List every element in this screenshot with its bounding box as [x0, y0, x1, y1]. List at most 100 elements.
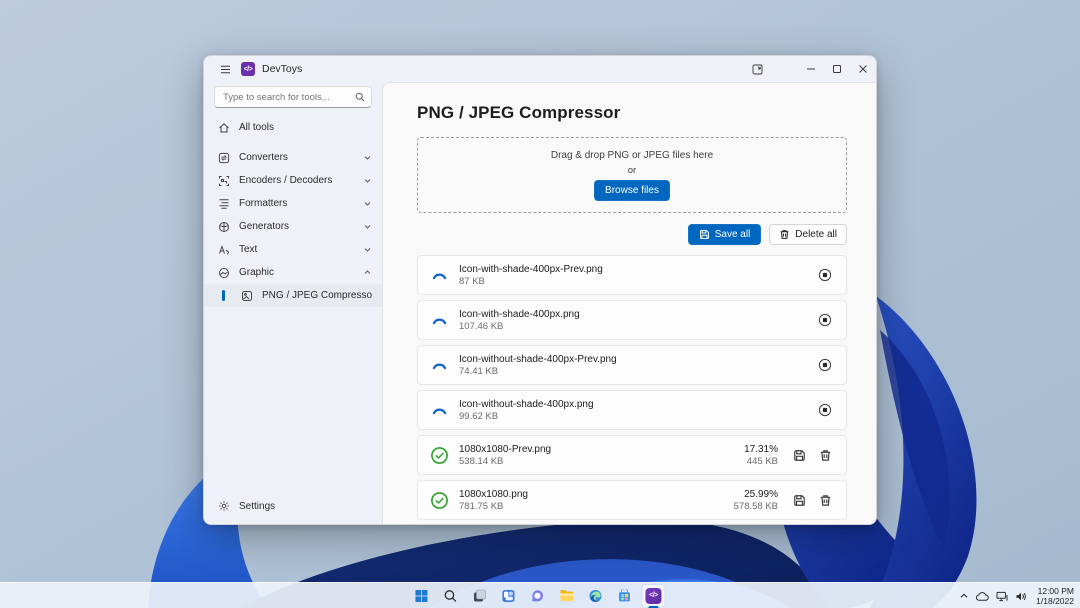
file-dropzone[interactable]: Drag & drop PNG or JPEG files here or Br…	[417, 137, 847, 213]
compression-percent: 17.31%	[744, 443, 778, 456]
compact-overlay-icon[interactable]	[744, 57, 770, 81]
titlebar: </> DevToys	[204, 56, 876, 82]
text-icon	[217, 243, 230, 256]
search-input[interactable]	[223, 92, 355, 103]
sidebar-item-text[interactable]: Text	[204, 238, 382, 261]
sidebar-item-all-tools[interactable]: All tools	[204, 116, 382, 139]
sidebar-nav: All tools Converters Encoders / Decoders	[204, 116, 382, 494]
compressed-size: 578.58 KB	[734, 501, 778, 513]
converters-icon	[217, 151, 230, 164]
save-file-button[interactable]	[788, 489, 810, 511]
devtoys-window: </> DevToys	[203, 55, 877, 525]
file-name: Icon-without-shade-400px.png	[459, 398, 814, 411]
generators-icon	[217, 220, 230, 233]
compressed-size: 445 KB	[744, 456, 778, 468]
chevron-up-icon	[363, 268, 372, 277]
file-size: 99.62 KB	[459, 411, 814, 423]
progress-ring-icon	[430, 266, 449, 285]
file-row: 1080x1080-Prev.png 538.14 KB 17.31% 445 …	[417, 435, 847, 475]
search-taskbar-icon[interactable]	[439, 585, 461, 607]
network-icon[interactable]	[996, 591, 1008, 602]
success-check-icon	[430, 491, 449, 510]
file-explorer-icon[interactable]	[555, 585, 577, 607]
window-title: DevToys	[262, 63, 302, 75]
edge-icon[interactable]	[584, 585, 606, 607]
maximize-button[interactable]	[824, 57, 850, 81]
file-name: 1080x1080.png	[459, 488, 734, 501]
devtoys-taskbar-icon[interactable]: </>	[642, 585, 664, 607]
chevron-down-icon	[363, 245, 372, 254]
file-name: Icon-with-shade-400px-Prev.png	[459, 263, 814, 276]
progress-ring-icon	[430, 356, 449, 375]
progress-ring-icon	[430, 401, 449, 420]
file-row: Icon-with-shade-400px.png 107.46 KB	[417, 300, 847, 340]
file-size: 87 KB	[459, 276, 814, 288]
file-row: Icon-with-shade-400px-Prev.png 87 KB	[417, 255, 847, 295]
sidebar-item-settings[interactable]: Settings	[204, 494, 382, 518]
home-icon	[217, 121, 230, 134]
save-file-button[interactable]	[788, 444, 810, 466]
compression-percent: 25.99%	[734, 488, 778, 501]
devtoys-app-icon: </>	[241, 62, 255, 76]
trash-icon	[779, 229, 790, 240]
sidebar-item-formatters[interactable]: Formatters	[204, 192, 382, 215]
sidebar-item-png-jpeg-compressor[interactable]: PNG / JPEG Compressor	[204, 284, 382, 307]
save-all-button[interactable]: Save all	[688, 224, 762, 245]
encoders-decoders-icon	[217, 174, 230, 187]
cancel-compression-button[interactable]	[814, 264, 836, 286]
search-icon	[355, 92, 365, 102]
sidebar-item-encoders-decoders[interactable]: Encoders / Decoders	[204, 169, 382, 192]
save-icon	[699, 229, 710, 240]
delete-file-button[interactable]	[814, 489, 836, 511]
file-name: Icon-without-shade-400px-Prev.png	[459, 353, 814, 366]
start-button[interactable]	[410, 585, 432, 607]
chat-icon[interactable]	[526, 585, 548, 607]
tray-chevron-up-icon[interactable]	[959, 591, 969, 601]
file-size: 107.46 KB	[459, 321, 814, 333]
hamburger-menu-icon[interactable]	[215, 59, 235, 79]
file-row: 1080x1080.png 781.75 KB 25.99% 578.58 KB	[417, 480, 847, 520]
devtoys-glyph: </>	[645, 588, 661, 604]
minimize-button[interactable]	[798, 57, 824, 81]
file-size: 538.14 KB	[459, 456, 744, 468]
sidebar-item-graphic[interactable]: Graphic	[204, 261, 382, 284]
content-pane: PNG / JPEG Compressor Drag & drop PNG or…	[382, 82, 876, 524]
chevron-down-icon	[363, 222, 372, 231]
list-actions: Save all Delete all	[417, 224, 847, 245]
file-name: 1080x1080-Prev.png	[459, 443, 744, 456]
formatters-icon	[217, 197, 230, 210]
chevron-down-icon	[363, 153, 372, 162]
file-size: 74.41 KB	[459, 366, 814, 378]
clock-time: 12:00 PM	[1036, 586, 1074, 596]
delete-all-button[interactable]: Delete all	[769, 224, 847, 245]
dropzone-text: Drag & drop PNG or JPEG files here	[551, 150, 713, 161]
close-button[interactable]	[850, 57, 876, 81]
search-box[interactable]	[214, 86, 372, 108]
file-name: Icon-with-shade-400px.png	[459, 308, 814, 321]
taskbar-clock[interactable]: 12:00 PM 1/18/2022	[1034, 586, 1074, 606]
onedrive-icon[interactable]	[976, 592, 989, 601]
system-tray: 12:00 PM 1/18/2022	[959, 583, 1074, 608]
sidebar-item-generators[interactable]: Generators	[204, 215, 382, 238]
graphic-icon	[217, 266, 230, 279]
taskbar: </> 12:00 PM 1/18/2022	[0, 582, 1080, 608]
cancel-compression-button[interactable]	[814, 309, 836, 331]
chevron-down-icon	[363, 199, 372, 208]
store-icon[interactable]	[613, 585, 635, 607]
image-compressor-icon	[240, 289, 253, 302]
file-row: Icon-without-shade-400px.png 99.62 KB	[417, 390, 847, 430]
chevron-down-icon	[363, 176, 372, 185]
gear-icon	[217, 500, 230, 513]
delete-file-button[interactable]	[814, 444, 836, 466]
widgets-icon[interactable]	[497, 585, 519, 607]
cancel-compression-button[interactable]	[814, 399, 836, 421]
file-size: 781.75 KB	[459, 501, 734, 513]
progress-ring-icon	[430, 311, 449, 330]
page-title: PNG / JPEG Compressor	[417, 103, 844, 123]
file-row: Icon-without-shade-400px-Prev.png 74.41 …	[417, 345, 847, 385]
task-view-icon[interactable]	[468, 585, 490, 607]
browse-files-button[interactable]: Browse files	[594, 180, 670, 201]
volume-icon[interactable]	[1015, 591, 1027, 602]
cancel-compression-button[interactable]	[814, 354, 836, 376]
sidebar-item-converters[interactable]: Converters	[204, 146, 382, 169]
